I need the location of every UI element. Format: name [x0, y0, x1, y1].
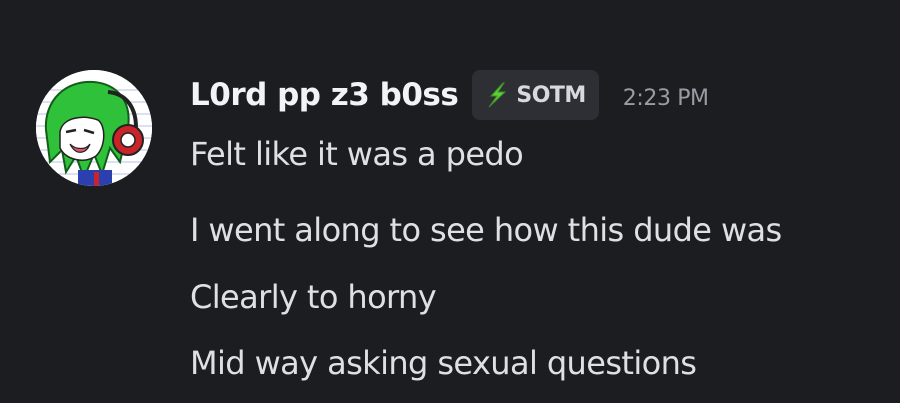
- message-line: Mid way asking sexual questions: [190, 344, 697, 382]
- message-timestamp[interactable]: 2:23 PM: [623, 86, 709, 111]
- message-line: Felt like it was a pedo: [190, 135, 524, 173]
- chat-message: L0rd pp z3 b0ss SOTM 2:23 PM Felt like i…: [0, 0, 900, 403]
- message-header: L0rd pp z3 b0ss SOTM 2:23 PM: [190, 70, 709, 120]
- lightning-bolt-icon: [488, 82, 507, 108]
- avatar-drawing-icon: [36, 70, 152, 186]
- role-tag[interactable]: SOTM: [472, 70, 599, 120]
- message-line: I went along to see how this dude was: [190, 211, 782, 249]
- user-avatar[interactable]: [36, 70, 152, 186]
- message-line: Clearly to horny: [190, 278, 437, 316]
- author-name[interactable]: L0rd pp z3 b0ss: [190, 77, 459, 113]
- role-tag-label: SOTM: [516, 82, 586, 108]
